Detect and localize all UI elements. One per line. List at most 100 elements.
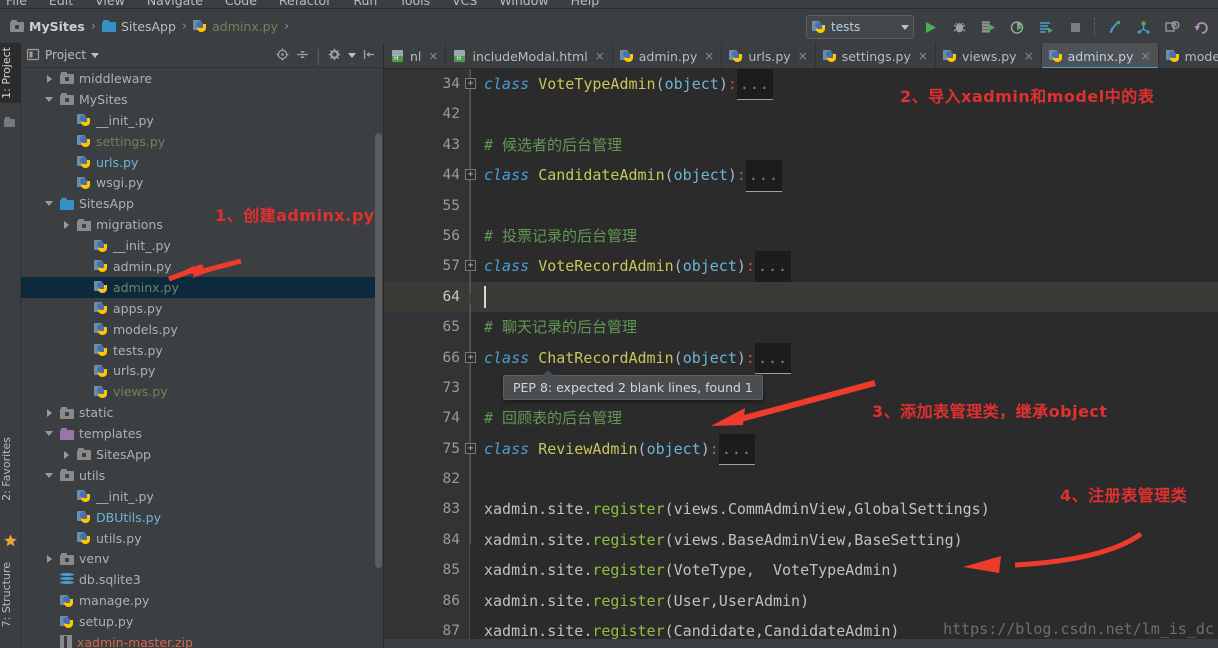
tree-item-urls-py[interactable]: urls.py <box>21 152 379 173</box>
line-number: 57 <box>442 258 460 275</box>
sidebar-item-favorites[interactable]: 2: Favorites <box>0 433 21 505</box>
tree-item-models-py[interactable]: models.py <box>21 319 379 340</box>
sidebar-item-structure[interactable]: 7: Structure <box>0 558 21 631</box>
fold-toggle-icon[interactable]: + <box>465 260 476 272</box>
tree-item-dbutils-py[interactable]: DBUtils.py <box>21 507 379 528</box>
code-line[interactable]: # 候选者的后台管理 <box>470 130 1218 160</box>
tree-item-mysites[interactable]: MySites <box>21 89 379 110</box>
chevron-down-icon[interactable] <box>91 52 100 58</box>
chevron-right-icon[interactable] <box>44 553 55 564</box>
tree-item---init--py[interactable]: __init_.py <box>21 235 379 256</box>
tree-item-label: settings.py <box>96 133 166 149</box>
editor-gutter[interactable]: 34 42 43 44 55 56 57 64 65 66 73 74 75 82 83 84 85 86 87 <box>384 69 470 648</box>
tree-item-xadmin-master-zip[interactable]: xadmin-master.zip <box>21 632 379 648</box>
tree-item-venv[interactable]: venv <box>21 548 379 569</box>
close-icon[interactable]: × <box>595 49 605 63</box>
tree-item-utils[interactable]: utils <box>21 465 379 486</box>
fold-toggle-icon[interactable]: + <box>465 351 476 363</box>
vcs-commit-button[interactable] <box>1130 15 1156 39</box>
tree-item-tests-py[interactable]: tests.py <box>21 340 379 361</box>
chevron-right-icon[interactable] <box>61 449 72 460</box>
tree-item-middleware[interactable]: middleware <box>21 68 379 89</box>
tree-item-utils-py[interactable]: utils.py <box>21 528 379 549</box>
editor-tab-nl[interactable]: Hnl × <box>384 43 447 69</box>
tree-item-urls-py[interactable]: urls.py <box>21 360 379 381</box>
close-icon[interactable]: × <box>918 49 928 63</box>
folder-icon <box>60 406 74 419</box>
stop-button[interactable] <box>1062 15 1088 39</box>
code-token: register <box>592 530 665 549</box>
code-line[interactable]: # 投票记录的后台管理 <box>470 221 1218 251</box>
hide-panel-icon[interactable] <box>363 46 376 65</box>
tree-item---init--py[interactable]: __init_.py <box>21 110 379 131</box>
chevron-down-icon[interactable] <box>44 428 55 439</box>
code-line[interactable]: xadmin.site.register(User,UserAdmin) <box>470 586 1218 616</box>
code-token: (views.BaseAdminView,BaseSetting) <box>664 530 963 549</box>
fold-toggle-icon[interactable]: + <box>465 442 476 454</box>
chevron-down-icon[interactable] <box>44 470 55 481</box>
tree-item-wsgi-py[interactable]: wsgi.py <box>21 172 379 193</box>
tree-item---init--py[interactable]: __init_.py <box>21 486 379 507</box>
editor-tab-views-py[interactable]: views.py × <box>936 43 1042 69</box>
vcs-rollback-button[interactable] <box>1188 15 1214 39</box>
toolbar-separator <box>1094 18 1095 36</box>
close-icon[interactable]: × <box>1141 49 1151 63</box>
tree-item-static[interactable]: static <box>21 402 379 423</box>
close-icon[interactable]: × <box>704 49 714 63</box>
run-configuration-selector[interactable]: tests <box>806 15 914 39</box>
run-with-console-button[interactable] <box>1033 15 1059 39</box>
debug-button[interactable] <box>946 15 972 39</box>
editor-tab-urls-py[interactable]: urls.py × <box>722 43 816 69</box>
code-line[interactable]: # 聊天记录的后台管理 <box>470 312 1218 342</box>
chevron-down-icon[interactable] <box>348 52 356 58</box>
vcs-history-button[interactable] <box>1159 15 1185 39</box>
chevron-right-icon[interactable] <box>61 219 72 230</box>
sidebar-item-project[interactable]: 1: Project <box>0 43 21 103</box>
code-line[interactable]: class ChatRecordAdmin(object):... <box>470 342 1218 374</box>
chevron-right-icon[interactable] <box>44 73 55 84</box>
tree-item-views-py[interactable]: views.py <box>21 381 379 402</box>
fold-toggle-icon[interactable]: + <box>465 169 476 181</box>
code-line[interactable]: class VoteRecordAdmin(object):... <box>470 251 1218 283</box>
run-coverage-button[interactable] <box>975 15 1001 39</box>
breadcrumb-item-mysites[interactable]: MySites <box>10 19 85 34</box>
python-file-icon <box>60 594 74 608</box>
code-line[interactable] <box>470 191 1218 221</box>
close-icon[interactable]: × <box>798 49 808 63</box>
tree-item-setup-py[interactable]: setup.py <box>21 611 379 632</box>
profile-button[interactable] <box>1004 15 1030 39</box>
code-line[interactable] <box>470 281 1218 313</box>
locate-target-icon[interactable] <box>276 46 289 65</box>
chevron-down-icon[interactable] <box>44 94 55 105</box>
breadcrumb-item-adminx[interactable]: adminx.py <box>193 19 278 34</box>
tree-item-manage-py[interactable]: manage.py <box>21 590 379 611</box>
folder-icon <box>77 218 91 231</box>
project-tree[interactable]: middleware MySites __init_.py settings.py ur… <box>21 68 379 648</box>
breadcrumb-item-sitesapp[interactable]: SitesApp <box>101 19 176 34</box>
editor-tab-models-py[interactable]: models.py× <box>1159 43 1218 69</box>
tree-item-db-sqlite3[interactable]: db.sqlite3 <box>21 569 379 590</box>
chevron-down-icon[interactable] <box>44 198 55 209</box>
close-icon[interactable]: × <box>1024 49 1034 63</box>
code-line[interactable]: class CandidateAdmin(object):... <box>470 160 1218 192</box>
gear-icon[interactable] <box>328 46 341 65</box>
close-icon[interactable]: × <box>428 49 438 63</box>
tree-item-apps-py[interactable]: apps.py <box>21 298 379 319</box>
fold-toggle-icon[interactable]: + <box>465 78 476 89</box>
editor-tab-adminx-py[interactable]: adminx.py × <box>1041 43 1159 69</box>
tree-item-sitesapp[interactable]: SitesApp <box>21 444 379 465</box>
run-button[interactable] <box>917 15 943 39</box>
vcs-update-button[interactable] <box>1101 15 1127 39</box>
code-line[interactable]: class ReviewAdmin(object):... <box>470 433 1218 466</box>
chevron-right-icon[interactable] <box>44 407 55 418</box>
project-tree-scrollbar[interactable] <box>375 133 382 568</box>
editor-tab-admin-py[interactable]: admin.py × <box>613 43 723 69</box>
editor-tab-settings-py[interactable]: settings.py × <box>816 43 936 69</box>
editor-tab-includemodal-html[interactable]: HincludeModal.html × <box>446 43 613 69</box>
collapse-all-icon[interactable] <box>296 46 309 65</box>
tree-item-settings-py[interactable]: settings.py <box>21 131 379 152</box>
chevron-down-icon[interactable] <box>901 24 909 30</box>
python-file-icon <box>94 301 108 315</box>
project-panel-title: Project <box>45 48 87 62</box>
tree-item-templates[interactable]: templates <box>21 423 379 444</box>
